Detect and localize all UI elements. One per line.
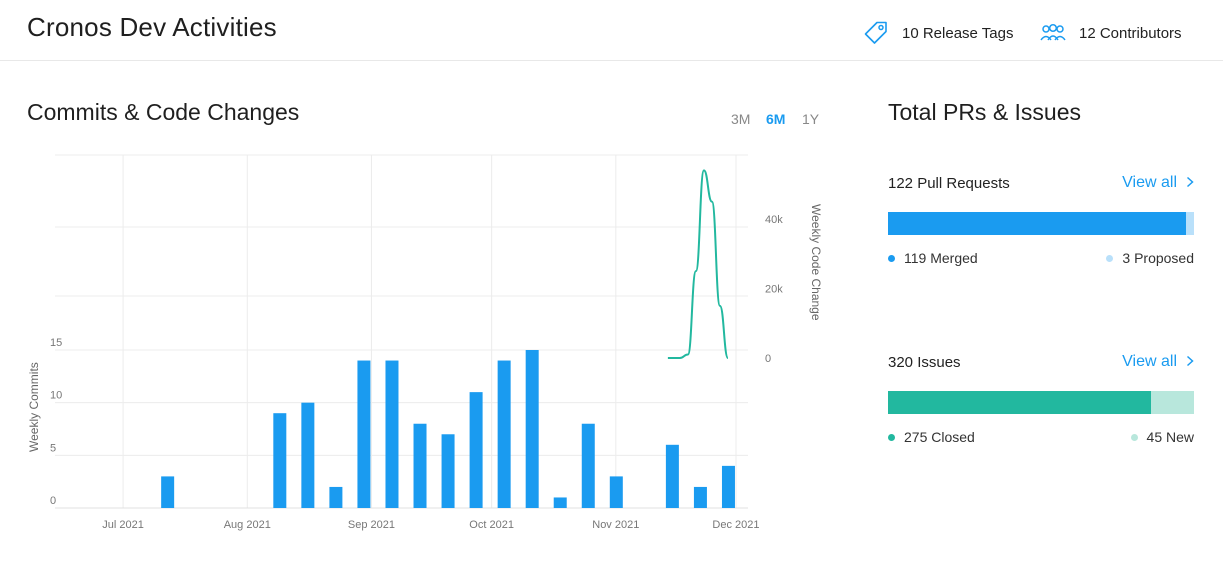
range-1y[interactable]: 1Y (802, 111, 819, 127)
commit-bar (329, 486, 343, 508)
proposed-segment (1186, 212, 1194, 235)
issues-label: 320 Issues (888, 353, 961, 371)
closed-label: 275 Closed (904, 429, 975, 445)
proposed-dot (1106, 254, 1114, 262)
commit-bar (441, 434, 455, 508)
commit-bar (693, 486, 707, 508)
merged-label: 119 Merged (904, 250, 978, 266)
pull-requests-view-all-link[interactable]: View all (1122, 174, 1194, 192)
release-tags-label: 10 Release Tags (902, 24, 1014, 42)
x-tick-label: Oct 2021 (469, 519, 514, 531)
commit-bar (469, 392, 483, 508)
release-tags-stat[interactable]: 10 Release Tags (862, 21, 1013, 45)
y-left-tick-label: 15 (50, 337, 62, 349)
contributors-stat[interactable]: 12 Contributors (1039, 21, 1182, 45)
commit-bar (385, 360, 399, 508)
new-legend: 45 New (1130, 429, 1194, 445)
issues-view-all-link[interactable]: View all (1122, 353, 1194, 371)
new-dot (1130, 433, 1138, 441)
closed-dot (888, 433, 895, 441)
issues-legend: 275 Closed 45 New (888, 429, 1194, 445)
y-right-tick-label: 40k (765, 214, 783, 226)
y-right-tick-label: 20k (765, 284, 783, 296)
view-all-label: View all (1122, 353, 1177, 370)
proposed-label: 3 Proposed (1122, 250, 1194, 266)
closed-legend: 275 Closed (888, 429, 975, 445)
commit-bar (609, 476, 623, 508)
pull-requests-label: 122 Pull Requests (888, 174, 1010, 192)
commit-bar (553, 497, 567, 508)
y-left-tick-label: 10 (50, 390, 62, 402)
commits-chart-svg: 0 5 10 15 0 20k 40k Jul 2021 Aug 2021 Sep 2021 Oct… (27, 154, 823, 531)
merged-legend: 119 Merged (888, 250, 978, 266)
y-left-tick-label: 5 (50, 442, 56, 454)
y-left-axis-title: Weekly Commits (27, 362, 41, 452)
commits-chart: 0 5 10 15 0 20k 40k Jul 2021 Aug 2021 Sep 2021 Oct… (0, 140, 850, 540)
x-tick-label: Aug 2021 (224, 519, 271, 531)
commit-bar (497, 360, 511, 508)
commit-bar (581, 423, 595, 508)
proposed-legend: 3 Proposed (1106, 250, 1194, 266)
commit-bar (161, 476, 175, 508)
range-6m[interactable]: 6M (766, 111, 785, 127)
new-label: 45 New (1146, 429, 1194, 445)
x-tick-label: Dec 2021 (712, 519, 759, 531)
commit-bar (525, 350, 539, 508)
y-right-tick-label: 0 (765, 353, 771, 365)
x-tick-label: Sep 2021 (348, 519, 395, 531)
commit-bar (301, 402, 315, 508)
view-all-label: View all (1122, 174, 1177, 191)
issues-bar (888, 391, 1194, 414)
contributors-label: 12 Contributors (1079, 24, 1182, 42)
commit-bar (357, 360, 371, 508)
chevron-right-icon (1186, 354, 1194, 370)
commit-bar (273, 413, 287, 508)
commit-bar (413, 423, 427, 508)
range-3m[interactable]: 3M (731, 111, 750, 127)
commits-section-title: Commits & Code Changes (27, 99, 300, 125)
pull-requests-row: 122 Pull Requests View all (888, 174, 1194, 192)
prs-section-title: Total PRs & Issues (888, 99, 1082, 125)
header-bar: Cronos Dev Activities 10 Release Tags 12… (0, 0, 1223, 61)
y-left-tick-label: 0 (50, 495, 56, 507)
people-icon (1039, 21, 1067, 45)
x-tick-label: Jul 2021 (102, 519, 144, 531)
commit-bar (721, 465, 735, 508)
commit-bar (665, 444, 679, 508)
y-right-axis-title: Weekly Code Change (809, 204, 823, 321)
merged-segment (888, 212, 1187, 235)
tag-icon (862, 21, 890, 45)
x-tick-label: Nov 2021 (592, 519, 639, 531)
new-segment (1150, 391, 1194, 414)
issues-row: 320 Issues View all (888, 353, 1194, 371)
code-change-line (667, 169, 729, 359)
closed-segment (888, 391, 1151, 414)
merged-dot (888, 254, 895, 262)
pull-requests-legend: 119 Merged 3 Proposed (888, 250, 1194, 266)
pull-requests-bar (888, 212, 1194, 235)
page-title: Cronos Dev Activities (27, 12, 277, 42)
chevron-right-icon (1186, 175, 1194, 191)
